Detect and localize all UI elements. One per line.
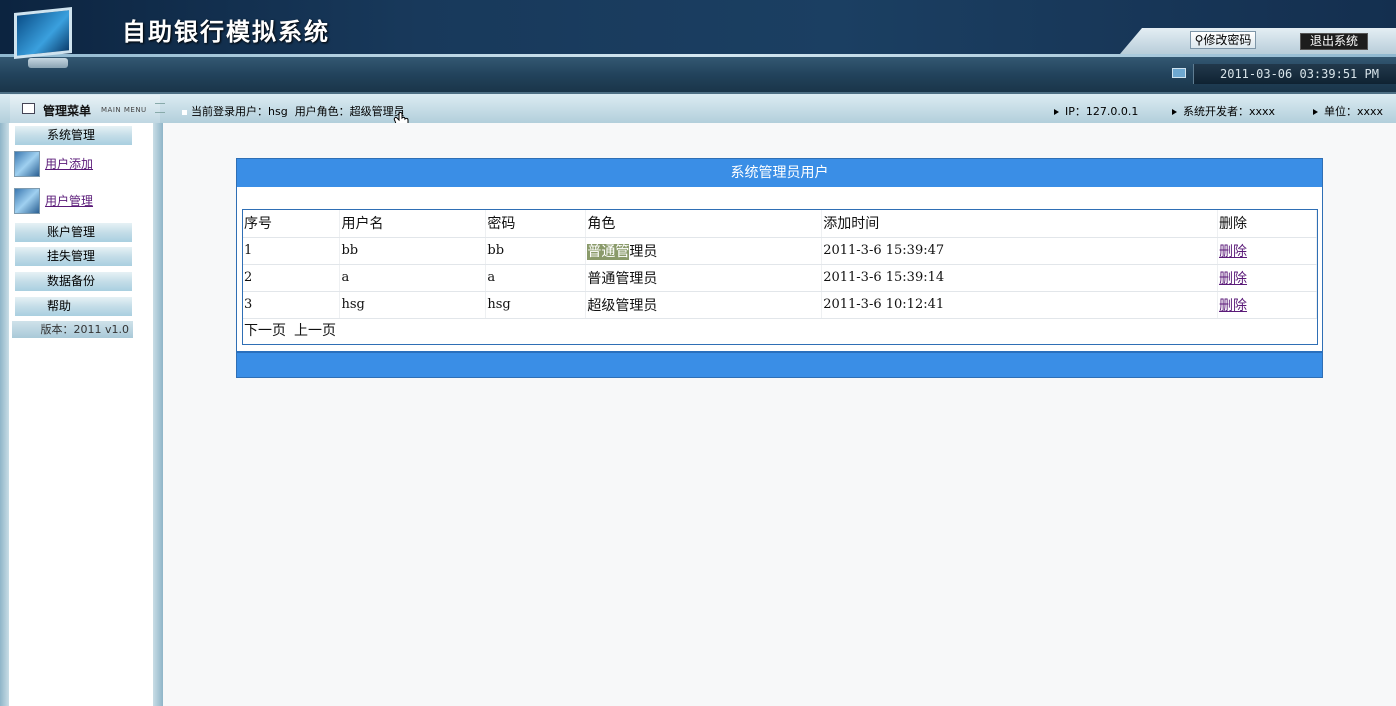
sidebar-rail-left [0,123,9,706]
version-label: 版本：2011 v1.0 [12,321,133,338]
change-password-label: 修改密码 [1203,33,1252,47]
users-table-wrap: 序号 用户名 密码 角色 添加时间 删除 1 bb bb 普通管理员 2011-… [242,209,1318,345]
cell-added-time: 2011-3-6 15:39:14 [821,264,1219,292]
table-row: 1 bb bb 普通管理员 2011-3-6 15:39:47 删除 [243,237,1317,265]
ip-info: IP：127.0.0.1 [1054,103,1138,119]
menu-icon [22,103,35,114]
unit-info: 单位：xxxx [1313,103,1383,119]
delete-link[interactable]: 删除 [1219,244,1247,260]
app-title: 自助银行模拟系统 [122,17,330,46]
developer-label: 系统开发者：xxxx [1183,105,1276,118]
current-user: 当前登录用户：hsg [191,105,288,118]
role-text: 超级管理员 [587,297,658,314]
column-header: 用户名 [339,210,487,238]
table-row: 2 a a 普通管理员 2011-3-6 15:39:14 删除 [243,264,1317,292]
unit-label: 单位：xxxx [1324,105,1384,118]
cell-id: 2 [243,264,341,292]
table-row: 3 hsg hsg 超级管理员 2011-3-6 10:12:41 删除 [243,291,1317,319]
sidebar-item-user-manage[interactable]: 用户管理 [12,186,132,216]
role-text: 普通管理员 [587,270,658,287]
sidebar-item-user-add[interactable]: 用户添加 [12,149,132,179]
sidebar-item-system-management[interactable]: 系统管理 [12,126,132,145]
main-menu-header: 管理菜单 MAIN MENU [10,95,165,123]
cell-added-time: 2011-3-6 10:12:41 [821,291,1219,319]
arrow-right-icon [1054,109,1059,115]
cell-username: a [339,264,487,292]
cell-password: a [485,264,587,292]
user-role: 用户角色：超级管理员 [294,105,405,118]
monitor-logo-icon [2,0,86,76]
selected-text: 普通管 [587,243,630,260]
admin-users-panel: 系统管理员用户 序号 用户名 密码 角色 添加时间 删除 1 bb bb 普通管… [236,158,1323,378]
datetime-display: 2011-03-06 03:39:51 PM [1193,64,1396,84]
cell-username: bb [339,237,487,265]
pager: 下一页 上一页 [243,319,1317,346]
monitor-icon [1172,68,1186,78]
header-lower-band [0,57,1396,92]
column-header: 删除 [1217,210,1317,238]
next-page-link[interactable]: 下一页 [244,323,286,339]
cell-added-time: 2011-3-6 15:39:47 [821,237,1219,265]
column-header: 序号 [243,210,341,238]
sidebar-item-label[interactable]: 用户添加 [45,155,93,172]
column-header: 添加时间 [821,210,1219,238]
role-text: 理员 [629,243,658,260]
menu-title: 管理菜单 [43,104,92,118]
column-header: 密码 [485,210,587,238]
users-table: 序号 用户名 密码 角色 添加时间 删除 1 bb bb 普通管理员 2011-… [243,210,1317,319]
developer-info: 系统开发者：xxxx [1172,103,1275,119]
cell-delete: 删除 [1217,264,1317,292]
sidebar-item-label[interactable]: 用户管理 [45,192,93,209]
sidebar-item-data-backup[interactable]: 数据备份 [12,272,132,291]
cell-username: hsg [339,291,487,319]
arrow-right-icon [1172,109,1177,115]
column-header: 角色 [585,210,823,238]
bullet-icon [182,109,187,115]
prev-page-link[interactable]: 上一页 [294,323,336,339]
cell-password: hsg [485,291,587,319]
cell-delete: 删除 [1217,291,1317,319]
sidebar-rail-right [153,123,163,706]
panel-title: 系统管理员用户 [237,159,1322,187]
login-info: 当前登录用户：hsg 用户角色：超级管理员 [182,103,405,119]
table-header-row: 序号 用户名 密码 角色 添加时间 删除 [243,210,1317,238]
ip-label: IP：127.0.0.1 [1065,105,1139,118]
menu-lines-icon [155,103,165,113]
logout-button[interactable]: 退出系统 [1300,33,1368,50]
sidebar-item-loss-report[interactable]: 挂失管理 [12,247,132,266]
cell-role: 超级管理员 [585,291,823,319]
cell-role: 普通管理员 [585,237,823,265]
menu-title-en: MAIN MENU [101,106,147,114]
delete-link[interactable]: 删除 [1219,271,1247,287]
cell-role: 普通管理员 [585,264,823,292]
cell-delete: 删除 [1217,237,1317,265]
panel-footer [237,351,1322,377]
cell-id: 3 [243,291,341,319]
cell-password: bb [485,237,587,265]
user-add-icon [14,151,40,177]
arrow-right-icon [1313,109,1318,115]
sidebar-item-account-management[interactable]: 账户管理 [12,223,132,242]
sidebar-item-help[interactable]: 帮助 [12,297,132,316]
delete-link[interactable]: 删除 [1219,298,1247,314]
user-manage-icon [14,188,40,214]
change-password-button[interactable]: ⚲修改密码 [1190,31,1256,49]
cell-id: 1 [243,237,341,265]
